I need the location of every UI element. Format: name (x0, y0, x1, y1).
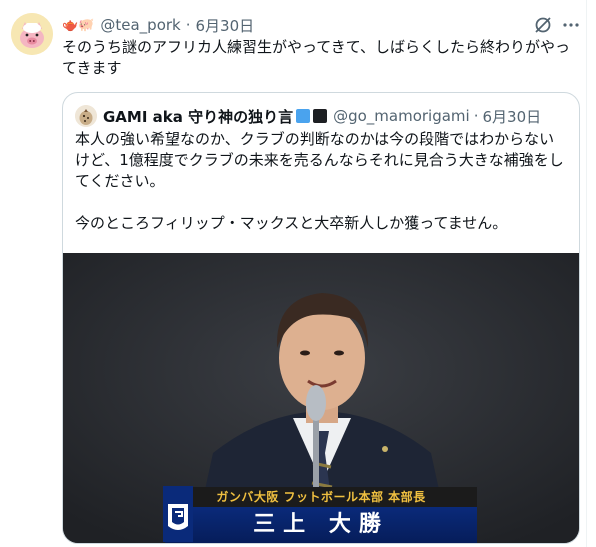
quote-paragraph: 今のところフィリップ・マックスと大卒新人しか獲ってません。 (75, 214, 508, 232)
quote-header: GAMI aka 守り神の独り言 @go_mamorigami · 6月30日 (75, 105, 541, 127)
tweet-text: そのうち謎のアフリカ人練習生がやってきて、しばらくしたら終わりがやってきます (62, 38, 571, 77)
tweet[interactable]: 🫖🐖 @tea_pork · 6月30日 そのうち謎のアフリカ人練習生がやってき… (0, 0, 586, 547)
quote-date[interactable]: 6月30日 (483, 106, 542, 127)
more-icon[interactable] (561, 15, 581, 35)
gamba-osaka-logo-icon (163, 486, 193, 542)
caption-name: 三上 大勝 (165, 507, 477, 543)
user-avatar[interactable] (11, 13, 53, 55)
quote-media-image[interactable]: ガンバ大阪 フットボール本部 本部長 三上 大勝 (63, 253, 579, 543)
news-caption: ガンバ大阪 フットボール本部 本部長 三上 大勝 (163, 486, 477, 543)
pig-avatar-icon (11, 13, 53, 55)
separator-dot: · (473, 107, 479, 125)
black-square-badge (313, 109, 328, 123)
user-handle[interactable]: @tea_pork (100, 16, 180, 34)
tweet-header: 🫖🐖 @tea_pork · 6月30日 (62, 14, 254, 36)
quote-paragraph: 本人の強い希望なのか、クラブの判断なのかは今の段階ではわからないけど、1億程度で… (75, 130, 564, 190)
column-divider (586, 0, 587, 547)
tweet-date[interactable]: 6月30日 (196, 15, 255, 36)
quote-handle[interactable]: @go_mamorigami (333, 107, 470, 125)
bird-avatar-icon (75, 105, 97, 127)
grok-icon[interactable] (533, 15, 553, 35)
blue-square-badge (296, 109, 311, 123)
caption-org: ガンバ大阪 フットボール本部 本部長 (165, 487, 477, 507)
quote-display-name[interactable]: GAMI aka 守り神の独り言 (103, 106, 293, 127)
separator-dot: · (185, 16, 191, 34)
quote-avatar (75, 105, 97, 127)
display-name-emoji[interactable]: 🫖🐖 (62, 18, 94, 33)
quoted-tweet[interactable]: GAMI aka 守り神の独り言 @go_mamorigami · 6月30日 … (62, 92, 580, 544)
quote-text: 本人の強い希望なのか、クラブの判断なのかは今の段階ではわからないけど、1億程度で… (75, 129, 569, 234)
